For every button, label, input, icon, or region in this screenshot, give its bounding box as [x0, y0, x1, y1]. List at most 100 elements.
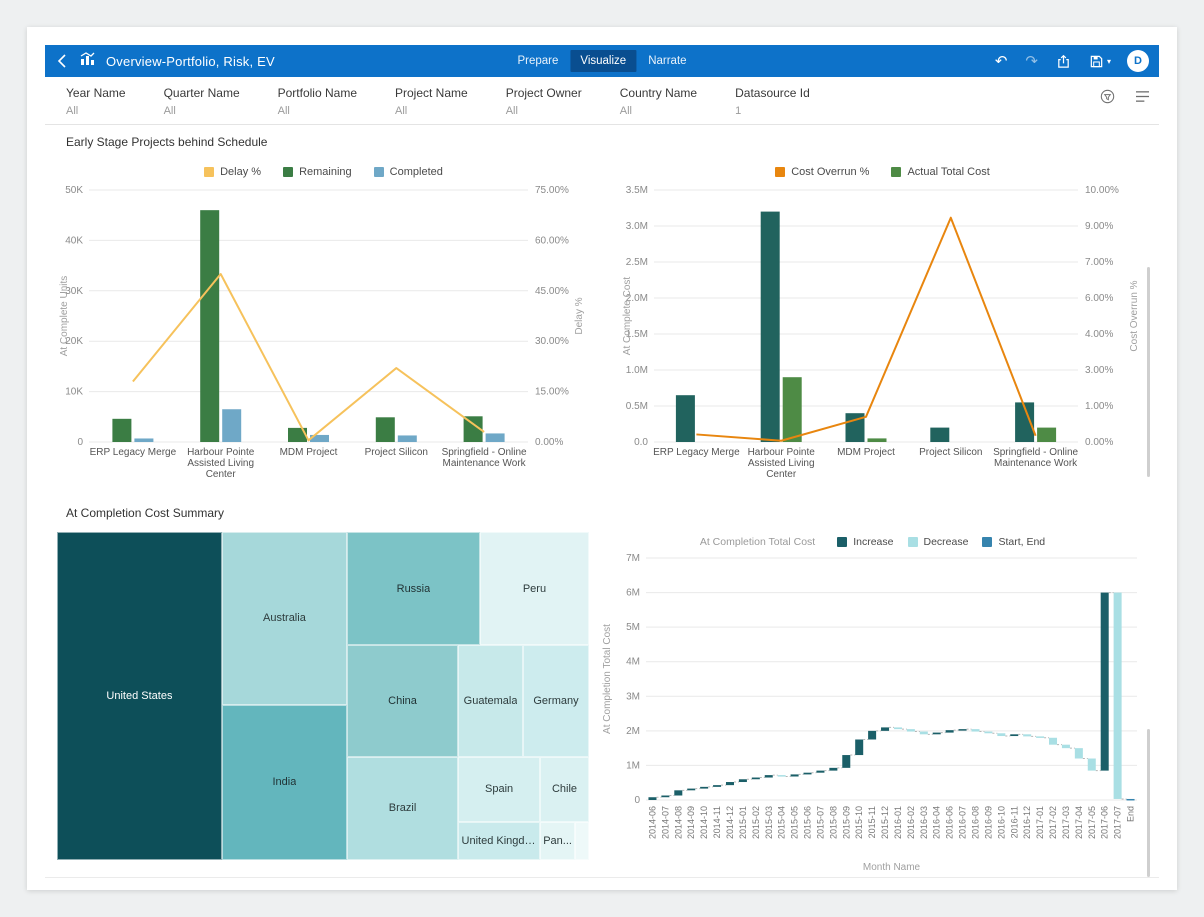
legend-item-remaining[interactable]: Remaining: [283, 166, 352, 178]
waterfall-bar[interactable]: [933, 733, 941, 735]
waterfall-bar[interactable]: [881, 727, 889, 730]
treemap-cell-china[interactable]: China: [347, 645, 458, 757]
waterfall-bar[interactable]: [791, 774, 799, 776]
waterfall-bar[interactable]: [700, 787, 708, 789]
legend-item-completed[interactable]: Completed: [374, 166, 443, 178]
treemap-cell-india[interactable]: India: [222, 705, 347, 860]
treemap-cell-peru[interactable]: Peru: [480, 532, 589, 645]
filter-portfolio-name[interactable]: Portfolio NameAll: [278, 86, 357, 117]
waterfall-bar[interactable]: [674, 790, 682, 795]
waterfall-bar[interactable]: [1075, 748, 1083, 758]
waterfall-bar[interactable]: [648, 797, 656, 800]
line-cost-overrun[interactable]: [696, 218, 1035, 441]
treemap-cell-pan[interactable]: Pan...: [540, 822, 575, 860]
waterfall-bar[interactable]: [661, 796, 669, 798]
waterfall-bar[interactable]: [907, 729, 915, 731]
waterfall-bar[interactable]: [1114, 593, 1122, 799]
bar-actual-total-cost[interactable]: [783, 377, 802, 442]
legend-item-cost-overrun[interactable]: Cost Overrun %: [775, 166, 869, 178]
waterfall-bar[interactable]: [894, 727, 902, 729]
export-button[interactable]: [1055, 53, 1072, 70]
waterfall-bar[interactable]: [804, 773, 812, 775]
treemap-cell-spain[interactable]: Spain: [458, 757, 540, 822]
waterfall-bar[interactable]: [1062, 745, 1070, 748]
tab-narrate[interactable]: Narrate: [638, 50, 696, 72]
filter-quarter-name[interactable]: Quarter NameAll: [164, 86, 240, 117]
treemap-cell-germany[interactable]: Germany: [523, 645, 589, 757]
filter-project-name[interactable]: Project NameAll: [395, 86, 468, 117]
bar-completed[interactable]: [222, 409, 241, 442]
bar-at-complete-cost[interactable]: [761, 212, 780, 442]
country-treemap: United StatesAustraliaIndiaRussiaPeruChi…: [57, 532, 589, 860]
user-avatar[interactable]: D: [1127, 50, 1149, 72]
treemap-cell-chile[interactable]: Chile: [540, 757, 589, 822]
month-label: 2014-09: [686, 806, 696, 839]
save-button[interactable]: [1088, 53, 1105, 70]
legend-item-actual-total-cost[interactable]: Actual Total Cost: [891, 166, 989, 178]
legend-item-increase[interactable]: Increase: [837, 536, 893, 548]
vertical-scrollbar-thumb[interactable]: [1147, 267, 1150, 477]
waterfall-bar[interactable]: [739, 779, 747, 782]
waterfall-bar[interactable]: [855, 740, 863, 756]
waterfall-bar[interactable]: [959, 729, 967, 731]
treemap-cell-guatemala[interactable]: Guatemala: [458, 645, 523, 757]
waterfall-bar[interactable]: [816, 771, 824, 773]
waterfall-bar[interactable]: [1127, 799, 1135, 801]
bar-remaining[interactable]: [200, 210, 219, 442]
redo-button[interactable]: ↷: [1024, 53, 1039, 70]
back-button[interactable]: [55, 51, 69, 71]
waterfall-bar[interactable]: [920, 732, 928, 735]
bar-at-complete-cost[interactable]: [676, 395, 695, 442]
tab-prepare[interactable]: Prepare: [507, 50, 568, 72]
waterfall-bar[interactable]: [687, 789, 695, 791]
bar-completed[interactable]: [486, 433, 505, 442]
waterfall-bar[interactable]: [829, 768, 837, 771]
month-label: 2015-01: [738, 806, 748, 839]
waterfall-bar[interactable]: [984, 732, 992, 734]
filter-project-owner[interactable]: Project OwnerAll: [506, 86, 582, 117]
waterfall-bar[interactable]: [1036, 736, 1044, 738]
waterfall-bar[interactable]: [1010, 734, 1018, 736]
treemap-cell[interactable]: [575, 822, 589, 860]
chart-panel-cost: Cost Overrun %Actual Total Cost 0.00.00%…: [620, 160, 1145, 490]
waterfall-bar[interactable]: [752, 778, 760, 780]
treemap-cell-russia[interactable]: Russia: [347, 532, 480, 645]
filter-year-name[interactable]: Year NameAll: [66, 86, 126, 117]
legend-item-decrease[interactable]: Decrease: [908, 536, 969, 548]
undo-button[interactable]: ↶: [994, 53, 1009, 70]
vertical-scrollbar-thumb[interactable]: [1147, 729, 1150, 877]
waterfall-bar[interactable]: [726, 782, 734, 785]
waterfall-bar[interactable]: [997, 733, 1005, 736]
waterfall-bar[interactable]: [1049, 738, 1057, 745]
tab-visualize[interactable]: Visualize: [570, 50, 636, 72]
legend-item-delay[interactable]: Delay %: [204, 166, 261, 178]
waterfall-bar[interactable]: [946, 730, 954, 732]
bar-completed[interactable]: [398, 435, 417, 442]
treemap-cell-australia[interactable]: Australia: [222, 532, 347, 705]
bar-actual-total-cost[interactable]: [868, 438, 887, 442]
waterfall-bar[interactable]: [971, 729, 979, 731]
canvas-menu-icon[interactable]: [1134, 89, 1151, 104]
treemap-cell-united-states[interactable]: United States: [57, 532, 222, 860]
waterfall-bar[interactable]: [1088, 759, 1096, 771]
line-delay[interactable]: [133, 274, 484, 440]
waterfall-bar[interactable]: [778, 775, 786, 777]
waterfall-bar[interactable]: [765, 775, 773, 777]
bar-at-complete-cost[interactable]: [930, 428, 949, 442]
treemap-cell-united-kingdom[interactable]: United Kingdom: [458, 822, 540, 860]
bar-remaining[interactable]: [112, 419, 131, 442]
waterfall-bar[interactable]: [868, 731, 876, 740]
bar-actual-total-cost[interactable]: [1037, 428, 1056, 442]
bar-completed[interactable]: [134, 438, 153, 442]
treemap-cell-brazil[interactable]: Brazil: [347, 757, 458, 860]
waterfall-bar[interactable]: [842, 755, 850, 768]
filter-icon[interactable]: [1099, 88, 1116, 105]
bar-remaining[interactable]: [376, 417, 395, 442]
legend-item-start-end[interactable]: Start, End: [982, 536, 1045, 548]
save-menu-caret[interactable]: ▾: [1107, 57, 1111, 66]
waterfall-bar[interactable]: [1101, 593, 1109, 771]
waterfall-bar[interactable]: [713, 785, 721, 787]
filter-country-name[interactable]: Country NameAll: [620, 86, 697, 117]
filter-datasource-id[interactable]: Datasource Id1: [735, 86, 810, 117]
waterfall-bar[interactable]: [1023, 734, 1031, 736]
